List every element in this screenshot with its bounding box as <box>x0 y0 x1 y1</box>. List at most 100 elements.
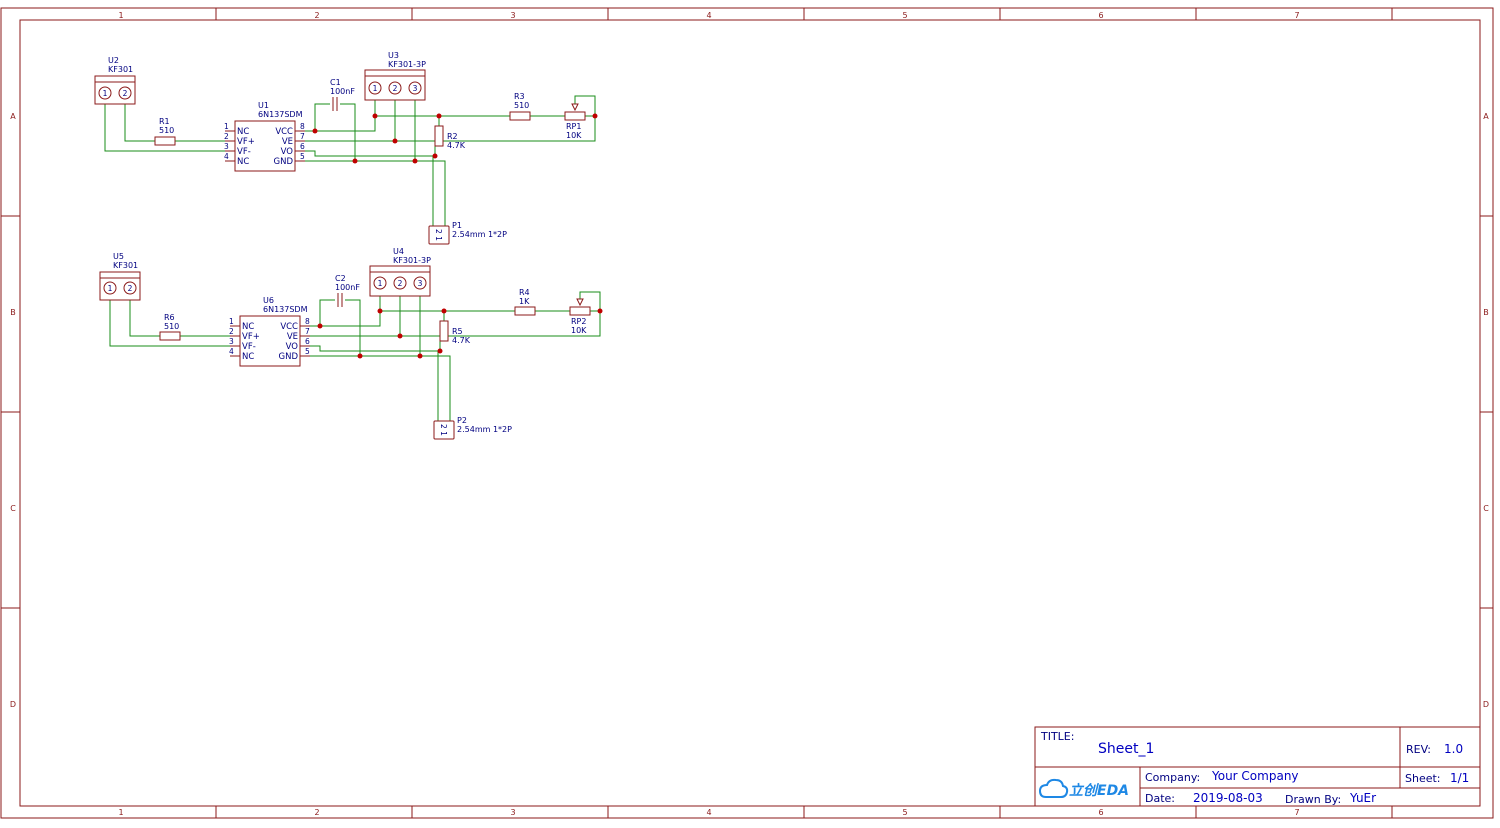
junction-dot <box>392 138 398 144</box>
component-ref: RP1 <box>566 122 581 131</box>
component-ref: U1 <box>258 101 269 110</box>
pin-name: VCC <box>280 322 298 332</box>
component-value: 510 <box>164 322 179 331</box>
row-label-left: A <box>10 112 16 121</box>
pin-number: 3 <box>413 84 418 93</box>
pin-number: 3 <box>224 142 229 151</box>
junction-dot <box>592 113 598 119</box>
resistor-r3[interactable]: R3 510 <box>509 92 531 121</box>
sheet-value: 1/1 <box>1450 771 1469 785</box>
title-value: Sheet_1 <box>1098 741 1154 757</box>
component-value: KF301-3P <box>388 60 426 69</box>
component-ref: C1 <box>330 78 341 87</box>
terminal-block-u4[interactable]: 1 2 3 U4 KF301-3P <box>369 247 431 297</box>
header-p2[interactable]: 2 1 P2 2.54mm 1*2P <box>433 416 512 440</box>
pin-name: VF+ <box>242 332 260 342</box>
pin-number: 4 <box>229 347 234 356</box>
junction-dot <box>412 158 418 164</box>
col-label-bottom: 1 <box>118 808 123 817</box>
resistor-r4[interactable]: R4 1K <box>514 288 536 316</box>
pin-number: 2 <box>393 84 398 93</box>
pin-name: NC <box>242 322 254 332</box>
component-ref: RP2 <box>571 317 586 326</box>
col-label-top: 6 <box>1098 11 1103 20</box>
terminal-block-u5[interactable]: 1 2 U5 KF301 <box>99 252 141 301</box>
junction-dot <box>437 348 443 354</box>
pin-name: GND <box>274 157 294 167</box>
pin-label: 2 1 <box>439 424 448 436</box>
junction-dot <box>397 333 403 339</box>
pin-number: 6 <box>305 337 310 346</box>
pin-number: 1 <box>224 122 229 131</box>
lceda-logo: 立创EDA <box>1038 778 1129 799</box>
pin-number: 5 <box>305 347 310 356</box>
component-ref: P2 <box>457 416 467 425</box>
potentiometer-rp1[interactable]: RP1 10K <box>564 103 586 140</box>
col-label-top: 7 <box>1294 11 1299 20</box>
component-value: 6N137SDM <box>263 305 308 314</box>
col-label-bottom: 5 <box>902 808 907 817</box>
optocoupler-u6[interactable]: 1 2 3 4 NC VF+ VF- NC 8 7 6 5 VCC VE VO … <box>229 296 310 367</box>
row-label-left: D <box>10 700 16 709</box>
capacitor-c1[interactable]: C1 100nF <box>330 78 355 111</box>
pin-name: VF- <box>242 342 256 352</box>
component-value: 510 <box>514 101 529 110</box>
company-label: Company: <box>1145 771 1200 784</box>
component-value: 100nF <box>335 283 360 292</box>
component-ref: P1 <box>452 221 462 230</box>
pin-number: 5 <box>300 152 305 161</box>
col-label-top: 2 <box>314 11 319 20</box>
component-ref: U4 <box>393 247 404 256</box>
component-value: 4.7K <box>447 141 466 150</box>
company-value: Your Company <box>1211 769 1299 783</box>
junction-dot <box>372 113 378 119</box>
pin-number: 3 <box>418 279 423 288</box>
pin-number: 2 <box>123 89 128 98</box>
component-ref: R6 <box>164 313 175 322</box>
terminal-block-u3[interactable]: 1 2 3 U3 KF301-3P <box>364 51 426 101</box>
component-ref: C2 <box>335 274 346 283</box>
pin-number: 6 <box>300 142 305 151</box>
pin-number: 3 <box>229 337 234 346</box>
junction-dot <box>377 308 383 314</box>
optocoupler-u1[interactable]: 1 2 3 4 NC VF+ VF- NC 8 7 6 5 VCC VE VO … <box>224 101 305 172</box>
component-ref: R1 <box>159 117 170 126</box>
component-value: 1K <box>519 297 530 306</box>
component-value: KF301 <box>108 65 133 74</box>
col-label-bottom: 3 <box>510 808 515 817</box>
resistor-r2[interactable]: R2 4.7K <box>434 125 466 150</box>
col-label-bottom: 4 <box>706 808 711 817</box>
logo-text: 立创EDA <box>1069 782 1129 799</box>
pin-number: 4 <box>224 152 229 161</box>
drawn-by-label: Drawn By: <box>1285 793 1341 806</box>
row-label-right: C <box>1483 504 1489 513</box>
junction-dot <box>417 353 423 359</box>
pin-number: 2 <box>229 327 234 336</box>
component-ref: R3 <box>514 92 525 101</box>
drawn-by-value: YuEr <box>1349 791 1376 805</box>
rev-value: 1.0 <box>1444 742 1463 756</box>
circuit-2: 1 2 U5 KF301 1 2 3 U4 KF301-3P R6 510 C2… <box>99 247 603 440</box>
capacitor-c2[interactable]: C2 100nF <box>335 274 360 307</box>
header-p1[interactable]: 2 1 P1 2.54mm 1*2P <box>428 221 507 245</box>
pin-number: 1 <box>108 284 113 293</box>
resistor-r5[interactable]: R5 4.7K <box>439 320 471 345</box>
component-ref: U2 <box>108 56 119 65</box>
junction-dot <box>312 128 318 134</box>
junction-dot <box>352 158 358 164</box>
resistor-r6[interactable]: R6 510 <box>159 313 181 341</box>
row-label-right: B <box>1483 308 1489 317</box>
terminal-block-u2[interactable]: 1 2 U2 KF301 <box>94 56 136 105</box>
potentiometer-rp2[interactable]: RP2 10K <box>569 298 591 335</box>
rev-label: REV: <box>1406 743 1431 756</box>
title-label: TITLE: <box>1040 730 1074 743</box>
pin-number: 2 <box>224 132 229 141</box>
circuit-1: 1 2 U2 KF301 1 2 3 U3 KF301-3P R1 510 C1… <box>94 51 598 245</box>
pin-name: GND <box>279 352 299 362</box>
pin-name: NC <box>237 157 249 167</box>
pin-number: 2 <box>128 284 133 293</box>
component-value: 6N137SDM <box>258 110 303 119</box>
component-value: 10K <box>571 326 587 335</box>
component-value: 2.54mm 1*2P <box>452 230 507 239</box>
resistor-r1[interactable]: R1 510 <box>154 117 176 146</box>
